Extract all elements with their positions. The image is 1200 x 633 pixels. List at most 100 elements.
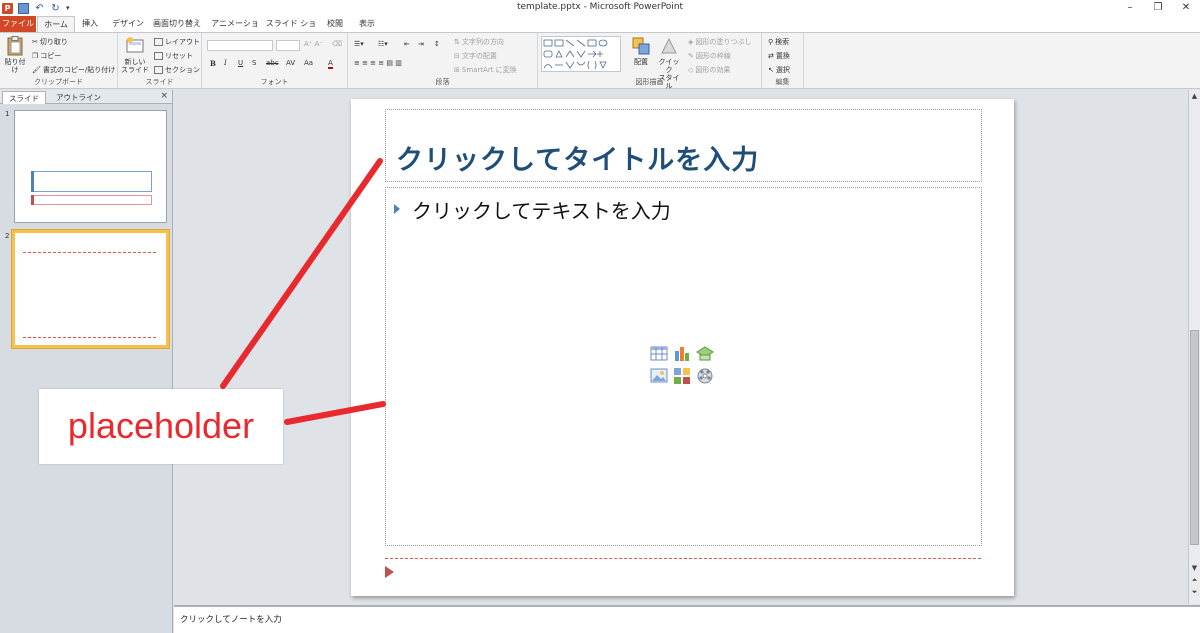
clear-format-icon[interactable]: ⌫ <box>332 40 342 48</box>
paint-bucket-icon: ◈ <box>688 38 694 46</box>
align-buttons[interactable]: ≡ ≡ ≡ ≡ ▤ ▥ <box>354 59 402 67</box>
grow-font-button[interactable]: A⁺ A⁻ <box>304 40 323 48</box>
layout-button[interactable]: レイアウト <box>154 37 200 47</box>
select-button[interactable]: ↖ 選択 <box>768 65 790 75</box>
slide-thumbnail-1[interactable] <box>14 110 167 223</box>
slide-thumbnail-2[interactable] <box>12 230 169 348</box>
text-direction-label: 文字列の方向 <box>461 38 504 46</box>
text-direction-icon: ⇅ <box>454 38 460 46</box>
align-text-button[interactable]: ⊟ 文字の配置 <box>454 51 497 61</box>
tab-outline[interactable]: アウトライン <box>50 91 107 104</box>
shape-effects-label: 図形の効果 <box>695 66 731 74</box>
shape-fill-button[interactable]: ◈ 図形の塗りつぶし <box>688 37 751 47</box>
brush-icon: 🖌 <box>32 66 41 74</box>
tab-transitions[interactable]: 画面切り替え <box>151 16 203 32</box>
insert-picture-icon[interactable] <box>650 367 668 384</box>
tab-home[interactable]: ホーム <box>37 16 75 32</box>
thumb-subtitle-box <box>31 195 152 205</box>
text-direction-button[interactable]: ⇅ 文字列の方向 <box>454 37 504 47</box>
paste-button[interactable]: 貼り付け <box>2 36 28 74</box>
font-group-label: フォント <box>260 78 289 86</box>
bullets-button[interactable]: ☰▾ <box>354 40 364 48</box>
layout-icon <box>154 38 163 46</box>
notes-placeholder-text: クリックしてノートを入力 <box>180 615 282 625</box>
arrange-button[interactable]: 配置 <box>628 36 654 66</box>
insert-table-icon[interactable] <box>650 345 668 362</box>
group-paragraph: ☰▾ ☷▾ ⇤ ⇥ ↕ ⇅ 文字列の方向 ⊟ 文字の配置 ⊞ SmartArt に変換… <box>348 33 538 88</box>
next-slide-icon[interactable]: ⏷ <box>1189 588 1200 597</box>
previous-slide-icon[interactable]: ⏶ <box>1189 576 1200 585</box>
title-bar: P ↶ ↻ ▾ template.pptx - Microsoft PowerP… <box>0 0 1200 16</box>
char-spacing-button[interactable]: AV <box>286 59 295 67</box>
increase-indent-button[interactable]: ⇥ <box>418 40 424 48</box>
tab-view[interactable]: 表示 <box>354 16 380 32</box>
line-spacing-button[interactable]: ↕ <box>434 40 440 48</box>
insert-media-icon[interactable] <box>696 367 714 384</box>
tab-slideshow[interactable]: スライド ショー <box>264 16 318 44</box>
new-slide-button[interactable]: 新しい スライド <box>120 36 150 74</box>
find-button[interactable]: ⚲ 検索 <box>768 37 789 47</box>
scissors-icon: ✂ <box>32 38 38 46</box>
arrange-label: 配置 <box>634 58 648 66</box>
notes-pane[interactable]: クリックしてノートを入力 <box>174 605 1200 633</box>
tab-insert[interactable]: 挿入 <box>77 16 103 32</box>
font-size-combo[interactable] <box>276 40 300 51</box>
italic-button[interactable]: I <box>224 59 227 67</box>
tab-slides[interactable]: スライド <box>2 91 46 104</box>
tab-design[interactable]: デザイン <box>108 16 148 32</box>
scroll-up-icon[interactable]: ▲ <box>1189 92 1200 100</box>
clipboard-group-label: クリップボード <box>34 78 83 86</box>
minimize-button[interactable]: – <box>1116 0 1144 16</box>
tab-animations[interactable]: アニメーション <box>209 16 261 44</box>
pen-icon: ✎ <box>688 52 694 60</box>
tab-file[interactable]: ファイル <box>0 16 36 32</box>
copy-button[interactable]: ❐ コピー <box>32 51 61 61</box>
quick-styles-label-1: クイック <box>658 58 680 74</box>
bold-button[interactable]: B <box>210 59 216 68</box>
title-placeholder-text: クリックしてタイトルを入力 <box>396 145 760 176</box>
arrange-icon <box>631 36 651 56</box>
slide-canvas: クリックしてタイトルを入力 クリックしてテキストを入力 <box>351 99 1014 596</box>
decrease-indent-button[interactable]: ⇤ <box>404 40 410 48</box>
ribbon: 貼り付け ✂ 切り取り ❐ コピー 🖌 書式のコピー/貼り付け クリップボード 新しい… <box>0 32 1200 90</box>
shadow-text-button[interactable]: S <box>252 59 256 67</box>
strikethrough-button[interactable]: abc <box>266 59 279 67</box>
shape-outline-button[interactable]: ✎ 図形の枠線 <box>688 51 731 61</box>
insert-smartart-icon[interactable] <box>696 345 714 362</box>
replace-icon: ⇄ <box>768 52 774 60</box>
scroll-down-icon[interactable]: ▼ <box>1189 564 1200 572</box>
shape-effects-button[interactable]: ◇ 図形の効果 <box>688 65 730 75</box>
font-name-combo[interactable] <box>207 40 273 51</box>
quick-styles-icon <box>659 36 679 56</box>
format-painter-button[interactable]: 🖌 書式のコピー/貼り付け <box>32 65 115 75</box>
shapes-gallery[interactable] <box>541 36 621 72</box>
pane-close-icon[interactable]: × <box>160 91 168 101</box>
annotation-callout: placeholder <box>39 389 283 464</box>
insert-clipart-icon[interactable] <box>673 367 691 384</box>
underline-button[interactable]: U <box>238 59 243 67</box>
reset-button[interactable]: リセット <box>154 51 193 61</box>
smartart-button[interactable]: ⊞ SmartArt に変換 <box>454 65 517 75</box>
group-editing: ⚲ 検索 ⇄ 置換 ↖ 選択 編集 <box>762 33 804 88</box>
window-controls: – ❐ ✕ <box>1116 0 1200 16</box>
copy-icon: ❐ <box>32 52 39 60</box>
insert-chart-icon[interactable] <box>673 345 691 362</box>
numbering-button[interactable]: ☷▾ <box>378 40 388 48</box>
cut-button[interactable]: ✂ 切り取り <box>32 37 68 47</box>
shape-fill-label: 図形の塗りつぶし <box>695 38 752 46</box>
font-color-button[interactable]: A <box>328 59 333 69</box>
replace-button[interactable]: ⇄ 置換 <box>768 51 790 61</box>
vertical-scrollbar[interactable]: ▲ ▼ ⏶ ⏷ <box>1188 90 1200 604</box>
slides-group-label: スライド <box>145 78 174 86</box>
group-clipboard: 貼り付け ✂ 切り取り ❐ コピー 🖌 書式のコピー/貼り付け クリップボード <box>0 33 118 88</box>
footer-arrow-icon <box>385 566 394 578</box>
section-button[interactable]: セクション <box>154 65 200 75</box>
scrollbar-thumb[interactable] <box>1190 330 1199 545</box>
content-placeholder[interactable]: クリックしてテキストを入力 <box>385 187 982 546</box>
section-label: セクション <box>165 66 200 74</box>
maximize-button[interactable]: ❐ <box>1144 0 1172 16</box>
title-placeholder[interactable]: クリックしてタイトルを入力 <box>385 109 982 182</box>
tab-review[interactable]: 校閲 <box>322 16 348 32</box>
change-case-button[interactable]: Aa <box>304 59 313 67</box>
close-button[interactable]: ✕ <box>1172 0 1200 16</box>
